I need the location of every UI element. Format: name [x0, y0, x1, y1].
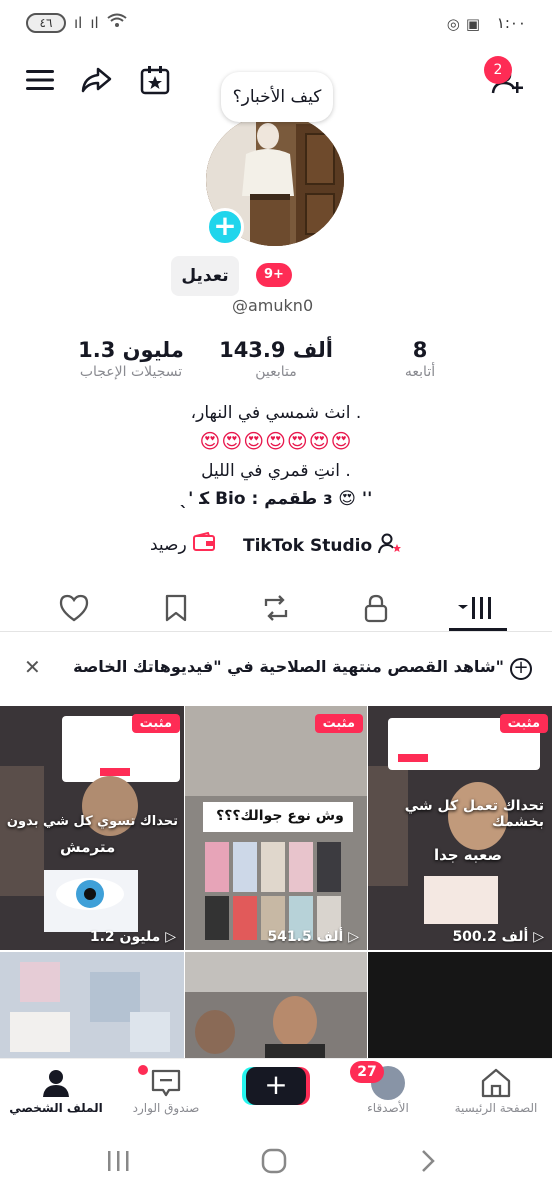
- video-caption-sub: مترمش: [60, 838, 116, 856]
- nav-home-label: الصفحة الرئيسية: [454, 1101, 538, 1115]
- view-count-text: 500.2 ألف: [452, 929, 529, 945]
- tab-videos[interactable]: [456, 588, 500, 628]
- video-caption: تحداك تسوي كل شي بدون: [6, 814, 178, 829]
- tab-reposts[interactable]: [256, 588, 296, 628]
- play-icon: ▷: [165, 929, 176, 945]
- whatsapp-icon: ◎: [446, 15, 460, 33]
- video-thumbnail[interactable]: [0, 952, 184, 1058]
- video-grid: مثبت تحداك تعمل كل شي بخشمك صعبه جدا 500…: [0, 706, 552, 1058]
- view-count: 500.2 ألف ▷: [452, 929, 544, 945]
- bio-line-1: ،انث شمسي في النهار .: [190, 403, 362, 423]
- view-count: 541.5 ألف ▷: [267, 929, 359, 945]
- video-thumbnail[interactable]: مثبت تحداك تسوي كل شي بدون مترمش 1.2 ملي…: [0, 706, 184, 950]
- wallet-icon: [192, 531, 215, 557]
- content-tabs: [0, 580, 552, 632]
- bio-emoji-line: 😍😍😍😍😍😍😍: [199, 429, 353, 453]
- notification-badge: 2: [484, 56, 512, 84]
- pinned-badge: مثبت: [499, 714, 548, 733]
- wifi-icon: [107, 13, 127, 33]
- bio-line-3: انتِ قمري في الليل .: [201, 461, 351, 481]
- active-tab-indicator: [449, 628, 507, 631]
- following-label: أتابعه: [404, 364, 436, 380]
- inbox-icon: [118, 1065, 214, 1101]
- status-left-icons: ٤٦ ıl ıl: [26, 13, 127, 33]
- pinned-badge: مثبت: [314, 714, 363, 733]
- battery-icon: ٤٦: [26, 13, 66, 33]
- profile-links: TikTok Studio رصيد: [0, 530, 552, 560]
- video-thumbnail[interactable]: مثبت وش نوع جوالك؟؟؟ 541.5 ألف ▷: [185, 706, 367, 950]
- pinned-badge: مثبت: [131, 714, 180, 733]
- view-count: 1.2 مليون ▷: [90, 929, 176, 945]
- calendar-star-icon[interactable]: [137, 62, 173, 98]
- video-thumbnail[interactable]: مثبت تحداك تعمل كل شي بخشمك صعبه جدا 500…: [368, 706, 552, 950]
- view-count-text: 1.2 مليون: [89, 929, 161, 945]
- edit-notification-badge: 9+: [256, 263, 292, 287]
- signal-icon: ıl: [74, 14, 83, 32]
- back-icon[interactable]: [408, 1146, 448, 1176]
- home-icon: [448, 1065, 544, 1101]
- video-thumbnail[interactable]: [368, 952, 552, 1058]
- followers-stat[interactable]: 143.9 ألف متابعين: [214, 338, 338, 380]
- nav-profile[interactable]: الملف الشخصي: [8, 1065, 104, 1115]
- followers-label: متابعين: [255, 364, 297, 380]
- tab-private[interactable]: [356, 588, 396, 628]
- play-icon: ▷: [533, 929, 544, 945]
- bio-line-4: ˎ' ﻜ Bio : طقمم ɜ 😍 '': [179, 489, 373, 509]
- play-icon: ▷: [348, 929, 359, 945]
- balance-link[interactable]: رصيد: [150, 531, 215, 557]
- likes-label: تسجيلات الإعجاب: [79, 364, 183, 380]
- status-time: ١:٠٠: [496, 14, 526, 32]
- add-circle-icon: +: [510, 658, 532, 680]
- profile-icon: [8, 1065, 104, 1101]
- following-stat[interactable]: 8 أتابعه: [390, 338, 450, 380]
- balance-label: رصيد: [150, 534, 187, 555]
- tiktok-studio-label: TikTok Studio: [243, 535, 373, 556]
- inbox-dot: [138, 1065, 148, 1075]
- menu-icon[interactable]: [22, 62, 58, 98]
- nav-home[interactable]: الصفحة الرئيسية: [448, 1065, 544, 1115]
- view-count-text: 541.5 ألف: [267, 929, 344, 945]
- system-nav-bar: [0, 1130, 552, 1196]
- share-icon[interactable]: [78, 62, 114, 98]
- status-bar: ٤٦ ıl ıl ◎ ▣ ١:٠٠: [0, 0, 552, 52]
- stories-banner-text: شاهد القصص منتهية الصلاحية في "فيديوهاتك…: [73, 657, 504, 676]
- likes-count: 1.3 مليون: [78, 338, 184, 362]
- nav-inbox[interactable]: صندوق الوارد: [118, 1065, 214, 1115]
- tiktok-studio-link[interactable]: TikTok Studio: [243, 532, 402, 559]
- status-bubble[interactable]: كيف الأخبار؟: [221, 72, 333, 122]
- nav-profile-label: الملف الشخصي: [9, 1101, 103, 1115]
- expired-stories-banner[interactable]: + شاهد القصص منتهية الصلاحية في "فيديوها…: [0, 633, 552, 705]
- nav-friends-label: الأصدقاء: [367, 1101, 409, 1115]
- likes-stat: 1.3 مليون تسجيلات الإعجاب: [66, 338, 196, 380]
- close-icon[interactable]: ✕: [24, 655, 41, 679]
- bottom-nav: الصفحة الرئيسية الأصدقاء 27 + صندوق الوا…: [0, 1058, 552, 1130]
- status-right-icons: ◎ ▣: [447, 15, 480, 33]
- friends-badge: 27: [350, 1061, 384, 1083]
- following-count: 8: [412, 338, 428, 362]
- signal-icon-2: ıl: [90, 14, 99, 32]
- nav-inbox-label: صندوق الوارد: [132, 1101, 200, 1115]
- video-thumbnail[interactable]: [185, 952, 367, 1058]
- tab-favorites[interactable]: [156, 588, 196, 628]
- add-story-button[interactable]: +: [206, 208, 244, 246]
- video-caption: تحداك تعمل كل شي بخشمك: [404, 798, 544, 830]
- followers-count: 143.9 ألف: [219, 338, 333, 362]
- video-caption-sub: صعبه جدا: [433, 846, 502, 864]
- screenshot-icon: ▣: [465, 15, 480, 33]
- home-circle-icon[interactable]: [254, 1146, 294, 1176]
- username: @amukn0: [232, 296, 314, 315]
- edit-profile-button[interactable]: تعديل: [171, 256, 239, 296]
- create-button[interactable]: +: [246, 1067, 306, 1105]
- recent-apps-icon[interactable]: [98, 1146, 138, 1176]
- tab-liked[interactable]: [54, 588, 94, 628]
- video-caption: وش نوع جوالك؟؟؟: [216, 808, 344, 824]
- studio-person-icon: [378, 532, 402, 559]
